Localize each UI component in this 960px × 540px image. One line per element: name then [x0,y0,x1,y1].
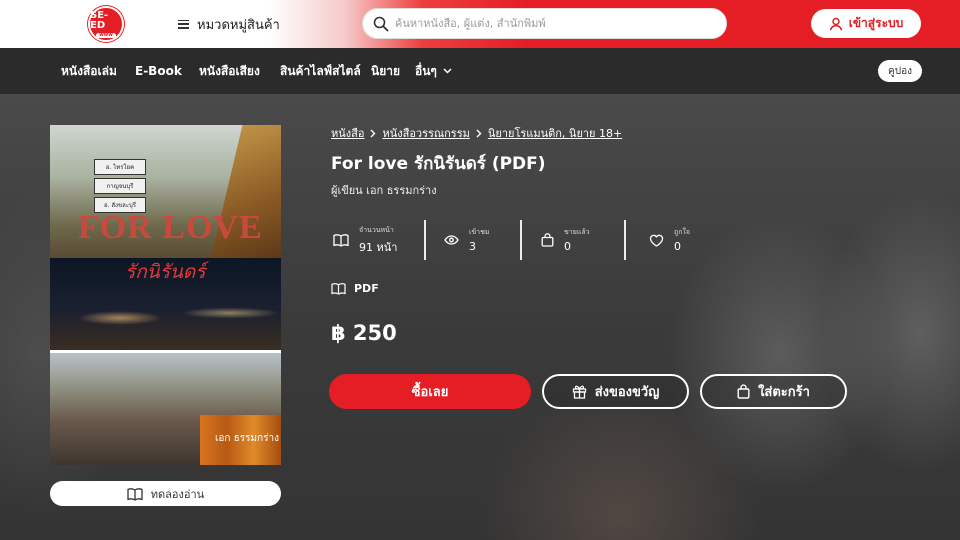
seed-logo[interactable]: SE-ED www [88,6,124,42]
top-header: SE-ED www หมวดหมู่สินค้า เข้าสู่ระบบ [0,0,960,48]
nav-label: หนังสือเล่ม [61,63,117,78]
send-gift-label: ส่งของขวัญ [594,385,660,400]
breadcrumb-link[interactable]: หนังสือวรรณกรรม [382,124,469,142]
search-bar[interactable] [362,8,727,39]
breadcrumb-link[interactable]: หนังสือ [331,124,364,142]
login-button[interactable]: เข้าสู่ระบบ [811,9,921,38]
search-input[interactable] [395,17,715,30]
cover-author-art: เอก ธรรมกร่าง [215,433,280,444]
stat-views: เข้าชม 3 [444,220,489,260]
bag-icon [737,384,750,399]
add-to-cart-label: ใส่ตะกร้า [758,385,810,400]
cover-sign-text: อ. ไทรโยค [105,164,135,171]
stat-divider [624,220,626,260]
cover-thai-title: รักนิรันดร์ [125,262,206,283]
price: ฿ 250 [331,321,397,345]
chevron-down-icon [443,68,452,74]
nav-label: หนังสือเสียง [199,63,260,78]
coupon-label: คูปอง [888,65,912,77]
nav-item-audiobook[interactable]: หนังสือเสียง [199,48,260,94]
buy-now-label: ซื้อเลย [411,385,449,400]
stat-likes[interactable]: ถูกใจ 0 [649,220,690,260]
cover-sign-text: กาญจนบุรี [106,183,134,190]
nav-label: อื่นๆ [415,63,437,78]
nav-label: E-Book [135,64,182,78]
stat-divider [520,220,522,260]
chevron-right-icon [370,129,376,138]
buy-now-button[interactable]: ซื้อเลย [329,374,531,409]
stat-value: 91 หน้า [359,240,398,254]
eye-icon [444,235,459,245]
nav-item-more[interactable]: อื่นๆ [415,48,452,94]
logo-text: SE-ED [90,9,109,31]
format-label: PDF [354,282,379,295]
logo-subtext: www [96,32,116,38]
book-open-icon [331,282,346,295]
book-open-icon [333,233,349,247]
nav-item-lifestyle[interactable]: สินค้าไลฟ์สไตล์ [280,48,361,94]
book-cover: อ. ไทรโยค กาญจนบุรี อ. สังขละบุรี FOR LO… [50,125,281,465]
categories-menu-button[interactable]: หมวดหมู่สินค้า [178,12,280,36]
stat-pages: จำนวนหน้า 91 หน้า [333,220,397,260]
user-icon [829,17,843,31]
stat-value: 0 [674,240,681,253]
stat-label: เข้าชม [469,228,490,236]
breadcrumb-link[interactable]: นิยายโรแมนติก, นิยาย 18+ [488,124,622,142]
nav-item-books[interactable]: หนังสือเล่ม [61,48,117,94]
nav-label: สินค้าไลฟ์สไตล์ [280,63,361,78]
cover-sign: อ. ไทรโยค [94,159,146,175]
nav-item-ebook[interactable]: E-Book [135,48,182,94]
heart-icon[interactable] [649,234,664,247]
cover-title-art: FOR LOVE [78,209,263,246]
main-nav: หนังสือเล่ม E-Book หนังสือเสียง สินค้าไล… [0,48,960,94]
book-open-icon [127,487,143,501]
stat-label: ถูกใจ [674,228,690,236]
stat-label: ขายแล้ว [564,228,590,236]
chevron-right-icon [476,129,482,138]
search-icon[interactable] [373,16,389,32]
bag-icon [541,233,554,247]
nav-label: นิยาย [371,63,401,78]
stat-value: 0 [564,240,571,253]
stat-divider [424,220,426,260]
author-line[interactable]: ผู้เขียน เอก ธรรมกร่าง [331,181,437,199]
add-to-cart-button[interactable]: ใส่ตะกร้า [700,374,847,409]
send-gift-button[interactable]: ส่งของขวัญ [542,374,689,409]
login-label: เข้าสู่ระบบ [848,16,904,30]
stat-sold: ขายแล้ว 0 [541,220,590,260]
categories-label: หมวดหมู่สินค้า [197,17,280,33]
cover-sign: กาญจนบุรี [94,178,146,194]
stat-value: 3 [469,240,476,253]
hamburger-icon [178,19,189,29]
gift-icon [572,384,587,399]
try-read-button[interactable]: ทดลองอ่าน [50,481,281,506]
format-badge: PDF [331,282,379,295]
stat-label: จำนวนหน้า [359,225,394,234]
book-title: For love รักนิรันดร์ (PDF) [331,154,546,174]
nav-item-novel[interactable]: นิยาย [371,48,400,94]
breadcrumb: หนังสือ หนังสือวรรณกรรม นิยายโรแมนติก, น… [331,124,622,142]
coupon-button[interactable]: คูปอง [878,60,922,82]
try-read-label: ทดลองอ่าน [150,487,205,501]
